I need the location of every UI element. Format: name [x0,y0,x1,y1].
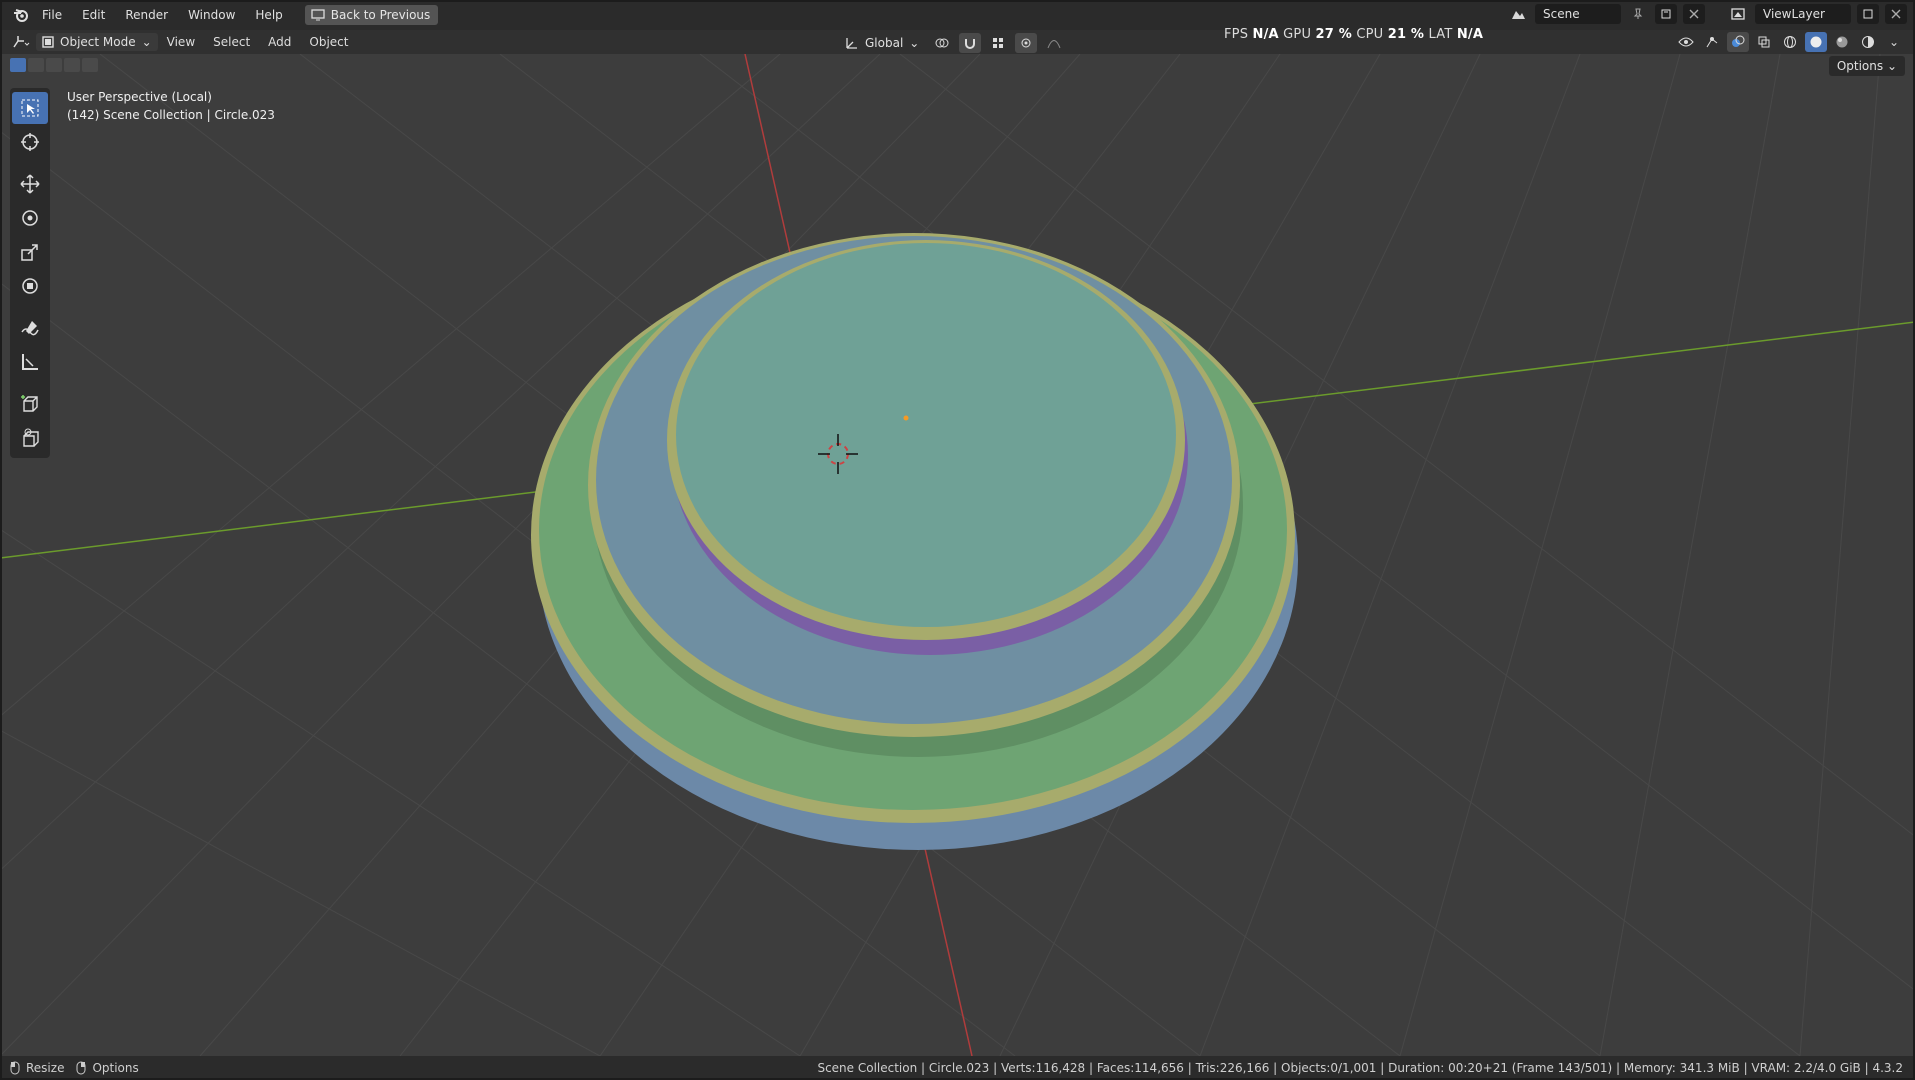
scene-statistics: Scene Collection | Circle.023 | Verts:11… [817,1061,1903,1075]
cpu-label: CPU [1356,27,1384,42]
perspective-label: User Perspective (Local) [67,90,212,104]
viewport-info: User Perspective (Local) (142) Scene Col… [67,88,275,124]
delete-scene-icon[interactable] [1683,4,1705,24]
delete-view-layer-icon[interactable] [1885,4,1907,24]
blender-logo-icon[interactable] [10,4,32,26]
overlays-icon[interactable] [1727,32,1749,52]
pivot-point-icon[interactable] [931,33,953,53]
menu-edit[interactable]: Edit [72,0,115,30]
lat-label: LAT [1428,27,1453,42]
wireframe-shading-icon[interactable] [1779,32,1801,52]
scale-tool-icon[interactable] [12,236,48,268]
header-menu-add[interactable]: Add [259,30,300,54]
menu-render[interactable]: Render [115,0,178,30]
new-view-layer-icon[interactable] [1857,4,1879,24]
header-menu-view[interactable]: View [158,30,204,54]
select-new-icon[interactable] [10,58,26,72]
scene-name: Scene [1543,7,1580,21]
orientation-label: Global [865,36,904,50]
back-to-previous-button[interactable]: Back to Previous [304,5,439,25]
select-subtract-icon[interactable] [46,58,62,72]
fps-value: N/A [1252,27,1279,42]
measure-tool-icon[interactable] [12,346,48,378]
collection-label: (142) Scene Collection | Circle.023 [67,108,275,122]
viewport-options-dropdown[interactable]: Options ⌄ [1828,56,1905,76]
falloff-icon[interactable] [1043,33,1065,53]
object-mode-dropdown[interactable]: Object Mode ⌄ [36,33,158,51]
add-object-tool-icon[interactable] [12,422,48,454]
select-intersect-icon[interactable] [82,58,98,72]
rendered-shading-icon[interactable] [1857,32,1879,52]
status-bar: Resize Options Scene Collection | Circle… [0,1056,1915,1080]
material-shading-icon[interactable] [1831,32,1853,52]
snap-increment-icon[interactable] [987,33,1009,53]
visibility-icon[interactable] [1675,32,1697,52]
menu-file[interactable]: File [32,0,72,30]
cursor-tool-icon[interactable] [12,126,48,158]
view-layer-field[interactable]: ViewLayer [1755,4,1851,24]
menu-window[interactable]: Window [178,0,245,30]
view-layer-icon[interactable] [1727,4,1749,24]
tool-shelf [10,88,50,458]
gpu-value: 27 % [1315,27,1352,42]
status-options-label: Options [92,1061,139,1075]
select-invert-icon[interactable] [64,58,80,72]
gpu-label: GPU [1283,27,1312,42]
proportional-editing-icon[interactable] [1015,33,1038,53]
object-mode-label: Object Mode [60,35,136,49]
rotate-tool-icon[interactable] [12,202,48,234]
xray-icon[interactable] [1753,32,1775,52]
selection-mode-buttons [10,58,98,72]
header-menu-object[interactable]: Object [300,30,357,54]
screen-icon [311,9,325,21]
object-mode-icon [42,36,54,48]
back-to-previous-label: Back to Previous [330,8,431,22]
chevron-down-icon: ⌄ [909,36,920,50]
view-layer-name: ViewLayer [1763,7,1825,21]
status-resize-label: Resize [26,1061,65,1075]
transform-orientation-dropdown[interactable]: Global ⌄ [839,34,925,52]
snap-toggle-icon[interactable] [959,33,982,53]
menu-help[interactable]: Help [245,0,292,30]
pin-icon[interactable] [1627,4,1649,24]
fps-label: FPS [1224,27,1249,42]
solid-shading-icon[interactable] [1805,32,1827,52]
performance-stats: FPS N/A GPU 27 % CPU 21 % LAT N/A [1224,27,1483,42]
new-scene-icon[interactable] [1655,4,1677,24]
shading-options-chevron-icon[interactable]: ⌄ [1883,32,1905,52]
mouse-left-icon [10,1061,20,1075]
gizmo-icon[interactable] [1701,32,1723,52]
mouse-right-icon [76,1061,86,1075]
lat-value: N/A [1456,27,1484,42]
select-extend-icon[interactable] [28,58,44,72]
orientation-axes-icon [846,38,857,49]
viewport-options-label: Options [1836,59,1884,73]
cpu-value: 21 % [1387,27,1425,42]
transform-tool-icon[interactable] [12,270,48,302]
annotate-tool-icon[interactable] [12,312,48,344]
3d-viewport[interactable] [0,54,1915,1056]
editor-type-icon[interactable] [10,32,32,52]
select-box-tool-icon[interactable] [12,92,48,124]
viewport-header: Object Mode ⌄ View Select Add Object Glo… [0,30,1915,54]
chevron-down-icon: ⌄ [141,35,152,49]
scene-name-field[interactable]: Scene [1535,4,1621,24]
scene-selector-icon[interactable] [1507,4,1529,24]
add-cube-tool-icon[interactable] [12,388,48,420]
move-tool-icon[interactable] [12,168,48,200]
object-origin-dot [903,415,909,421]
header-menu-select[interactable]: Select [204,30,259,54]
top-menu-bar: File Edit Render Window Help Back to Pre… [0,0,1915,30]
